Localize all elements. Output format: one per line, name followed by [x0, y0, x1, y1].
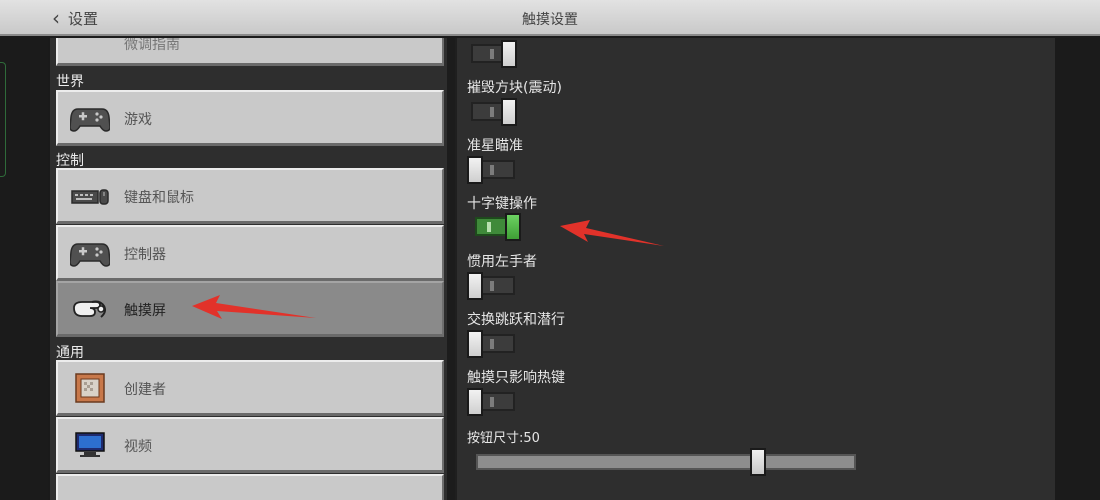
- section-label-general: 通用: [56, 345, 84, 361]
- sidebar-item-label: 微调指南: [124, 38, 180, 53]
- setting-label-dpad-controls: 十字键操作: [467, 196, 537, 212]
- setting-label-destroy-block-vibration: 摧毁方块(震动): [467, 80, 562, 96]
- sidebar-item-creator[interactable]: 创建者: [56, 360, 444, 416]
- touch-hand-icon: [73, 300, 106, 318]
- sidebar-item-label: 视频: [124, 439, 152, 455]
- slider-label-button-size: 按钮尺寸:50: [467, 431, 540, 446]
- toggle-left-handed[interactable]: [467, 272, 517, 300]
- sidebar-item-partial-bottom[interactable]: [56, 474, 444, 500]
- sidebar-item-partial[interactable]: 微调指南: [56, 38, 444, 66]
- creator-block-icon: [75, 372, 105, 403]
- gamepad-icon: [70, 107, 110, 132]
- sidebar-item-label: 键盘和鼠标: [124, 190, 194, 206]
- setting-label-swap-jump-sneak: 交换跳跃和潜行: [467, 312, 565, 328]
- section-label-controls: 控制: [56, 153, 84, 169]
- panel-divider: [447, 38, 455, 500]
- toggle-touch-hotbar-only[interactable]: [467, 388, 517, 416]
- toggle-swap-jump-sneak[interactable]: [467, 330, 517, 358]
- toggle-destroy-block-vibration[interactable]: [467, 98, 517, 126]
- settings-panel[interactable]: [455, 38, 1055, 500]
- sidebar-item-game[interactable]: 游戏: [56, 90, 444, 146]
- button-size-slider[interactable]: [476, 448, 856, 476]
- edge-decoration: [0, 62, 6, 177]
- sidebar-item-label: 触摸屏: [124, 303, 166, 319]
- section-label-world: 世界: [56, 74, 84, 90]
- sidebar-item-controller[interactable]: 控制器: [56, 225, 444, 281]
- monitor-icon: [75, 431, 105, 457]
- annotation-arrow-icon: [560, 220, 664, 246]
- sidebar-item-keyboard-mouse[interactable]: 键盘和鼠标: [56, 168, 444, 224]
- toggle-crosshair-aim[interactable]: [467, 156, 517, 184]
- sidebar-item-label: 创建者: [124, 382, 166, 398]
- slider-rail: [476, 454, 856, 470]
- setting-label-touch-hotbar-only: 触摸只影响热键: [467, 370, 565, 386]
- annotation-arrow-icon: [192, 295, 316, 319]
- right-margin: [1055, 38, 1100, 500]
- toggle-partial-top[interactable]: [467, 40, 517, 68]
- toggle-dpad-controls[interactable]: [471, 213, 521, 241]
- sidebar-item-label: 游戏: [124, 112, 152, 128]
- setting-label-crosshair-aim: 准星瞄准: [467, 138, 523, 154]
- slider-thumb[interactable]: [750, 448, 766, 476]
- keyboard-mouse-icon: [71, 188, 109, 205]
- top-bar: ‹ 设置 触摸设置: [0, 0, 1100, 36]
- controller-icon: [70, 242, 110, 267]
- setting-label-left-handed: 惯用左手者: [467, 254, 537, 270]
- page-title: 触摸设置: [522, 12, 578, 28]
- sidebar-item-label: 控制器: [124, 247, 166, 263]
- sidebar[interactable]: 微调指南 世界 游戏 控制 键盘和鼠标 控制器 触摸屏 通用 创建者 视频: [48, 38, 447, 500]
- sidebar-item-video[interactable]: 视频: [56, 417, 444, 473]
